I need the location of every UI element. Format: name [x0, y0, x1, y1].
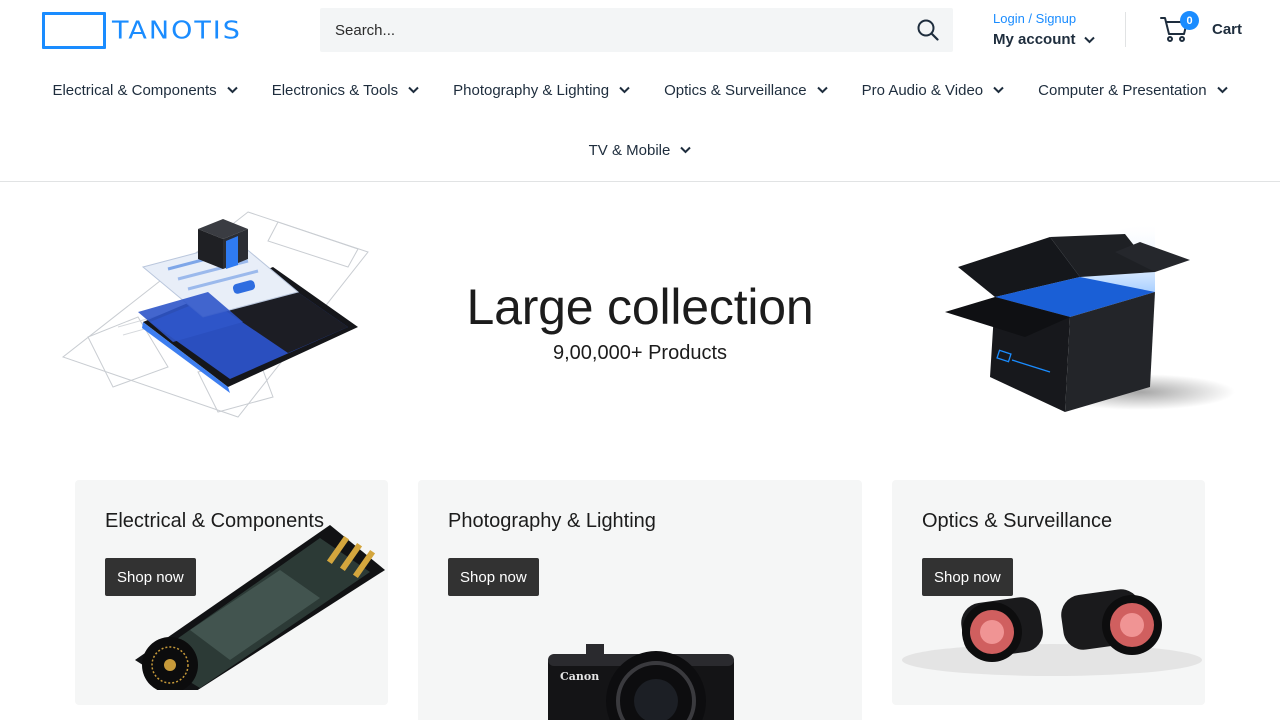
nav-item-tv-mobile[interactable]: TV & Mobile — [589, 142, 692, 159]
account-menu: Login / Signup My account — [993, 10, 1095, 51]
nav-item-electronics-tools[interactable]: Electronics & Tools — [272, 82, 419, 99]
login-signup-link[interactable]: Login / Signup — [993, 10, 1095, 28]
search-button[interactable] — [903, 8, 953, 52]
nav-item-label: Pro Audio & Video — [861, 81, 984, 99]
chevron-down-icon — [1216, 86, 1228, 94]
category-card-title: Photography & Lighting — [448, 510, 656, 532]
my-account-label: My account — [993, 31, 1076, 48]
logo-wordmark: TANOTIS — [112, 16, 242, 45]
camera-image: Canon — [548, 644, 734, 720]
search-icon — [917, 19, 939, 41]
nav-row: Electrical & Components Electronics & To… — [0, 60, 1280, 120]
chevron-down-icon — [619, 86, 630, 94]
my-account-dropdown[interactable]: My account — [993, 29, 1095, 51]
nav-item-label: TV & Mobile — [588, 141, 671, 159]
binoculars-image — [902, 589, 1202, 676]
logo-mark — [42, 12, 106, 49]
chevron-down-icon — [680, 146, 692, 154]
cart-label: Cart — [1212, 20, 1243, 38]
shop-now-button[interactable]: Shop now — [448, 558, 539, 596]
nav-item-label: Computer & Presentation — [1038, 81, 1207, 99]
usb-stick-image — [135, 525, 385, 690]
header-divider — [1125, 12, 1126, 47]
brand-logo[interactable]: TANOTIS — [42, 12, 242, 49]
shop-now-button[interactable]: Shop now — [105, 558, 196, 596]
nav-item-computer-presentation[interactable]: Computer & Presentation — [1038, 81, 1228, 99]
cart-button[interactable]: 0 Cart — [1160, 11, 1243, 44]
search-bar — [320, 8, 953, 52]
category-card-photography-lighting[interactable]: Photography & Lighting Shop now Canon — [418, 480, 862, 720]
nav-item-label: Electrical & Components — [52, 81, 217, 99]
nav-item-label: Optics & Surveillance — [664, 81, 807, 99]
nav-row: TV & Mobile — [0, 120, 1280, 180]
chevron-down-icon — [1083, 36, 1095, 44]
main-navigation: Electrical & Components Electronics & To… — [0, 60, 1280, 182]
chevron-down-icon — [408, 86, 419, 94]
nav-item-label: Photography & Lighting — [453, 81, 610, 99]
category-card-title: Electrical & Components — [105, 510, 324, 532]
category-card-electrical-components[interactable]: Electrical & Components Shop now — [75, 480, 388, 705]
hero-banner: Large collection 9,00,000+ Products — [0, 182, 1280, 442]
chevron-down-icon — [993, 86, 1004, 94]
site-header: TANOTIS Login / Signup My account 0 Cart — [0, 0, 1280, 60]
cart-icon: 0 — [1160, 11, 1199, 44]
category-card-optics-surveillance[interactable]: Optics & Surveillance Shop now — [892, 480, 1205, 705]
cart-count-badge: 0 — [1180, 11, 1199, 30]
nav-item-photography-lighting[interactable]: Photography & Lighting — [453, 82, 630, 99]
nav-item-optics-surveillance[interactable]: Optics & Surveillance — [664, 82, 828, 99]
shop-now-button[interactable]: Shop now — [922, 558, 1013, 596]
search-input[interactable] — [320, 8, 903, 52]
category-card-title: Optics & Surveillance — [922, 510, 1113, 532]
chevron-down-icon — [226, 86, 238, 94]
open-box-illustration — [945, 222, 1235, 412]
nav-item-electrical-components[interactable]: Electrical & Components — [52, 81, 238, 99]
chevron-down-icon — [816, 86, 828, 94]
nav-item-label: Electronics & Tools — [271, 81, 399, 99]
nav-item-pro-audio-video[interactable]: Pro Audio & Video — [862, 82, 1004, 99]
svg-text:Canon: Canon — [560, 670, 599, 683]
